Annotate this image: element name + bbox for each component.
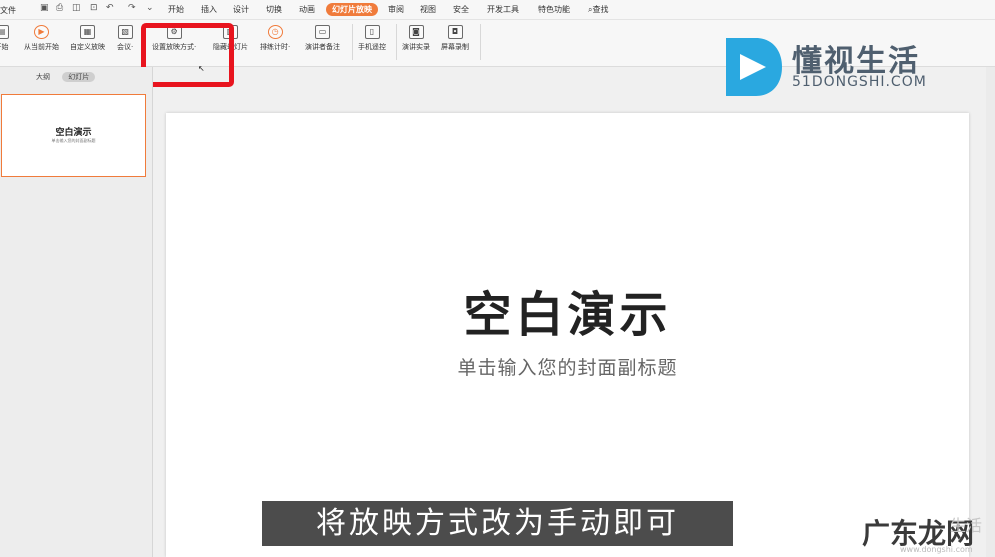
tab-developer[interactable]: 开发工具 (487, 4, 519, 15)
tab-animation[interactable]: 动画 (299, 4, 315, 15)
mouse-cursor-icon: ↖ (198, 64, 205, 73)
tab-design[interactable]: 设计 (233, 4, 249, 15)
tab-view[interactable]: 视图 (420, 4, 436, 15)
undo-icon[interactable]: ↶ (106, 3, 114, 13)
tab-insert[interactable]: 插入 (201, 4, 217, 15)
screen-record-label: 屏幕录制 (441, 43, 469, 51)
meeting-label: 会议· (117, 43, 134, 51)
more-icon[interactable]: ⌄ (146, 3, 154, 13)
phone-remote-button[interactable]: ▯ 手机遥控 (358, 25, 386, 52)
tab-features[interactable]: 特色功能 (538, 4, 570, 15)
preview-icon[interactable]: ◫ (72, 3, 81, 13)
slide-thumbnail[interactable]: 空白演示 单击输入您的封面副标题 (1, 94, 146, 177)
export-icon[interactable]: ⊡ (90, 3, 98, 13)
highlight-box (141, 23, 234, 87)
ribbon-separator (480, 24, 481, 60)
custom-show-button[interactable]: ▦ 自定义放映 (70, 25, 105, 52)
tab-home[interactable]: 开始 (168, 4, 184, 15)
vertical-scrollbar[interactable] (986, 67, 995, 557)
slide-title[interactable]: 空白演示 (166, 275, 969, 345)
watermark-logo: 懂视生活 51DONGSHI.COM (722, 36, 952, 98)
tab-review[interactable]: 审阅 (388, 4, 404, 15)
slide-canvas[interactable]: 空白演示 单击输入您的封面副标题 (166, 113, 969, 557)
tab-slides[interactable]: 幻灯片 (62, 72, 96, 82)
record-presentation-label: 演讲实录 (402, 43, 430, 51)
tab-slideshow[interactable]: 幻灯片放映 (326, 3, 378, 16)
speaker-notes-button[interactable]: ▭ 演讲者备注 (305, 25, 340, 52)
custom-show-label: 自定义放映 (70, 43, 105, 51)
speaker-notes-label: 演讲者备注 (305, 43, 340, 51)
play-logo-icon (726, 38, 782, 96)
phone-remote-icon: ▯ (364, 25, 380, 39)
play-from-start-label: 开始 (0, 43, 9, 51)
panel-tabs: 大纲 幻灯片 (36, 72, 96, 82)
thumbnail-title: 空白演示 (55, 128, 92, 138)
record-presentation-icon: ◙ (408, 25, 424, 39)
play-from-start-button[interactable]: ▤ 开始 (0, 25, 9, 52)
slide-subtitle[interactable]: 单击输入您的封面副标题 (166, 353, 969, 380)
ribbon-separator (396, 24, 397, 60)
watermark-url: www.dongshi.com (900, 545, 973, 554)
ribbon-separator (352, 24, 353, 60)
search-label: 查找 (592, 5, 609, 14)
phone-remote-label: 手机遥控 (358, 43, 386, 51)
play-from-start-icon: ▤ (0, 25, 9, 39)
slide-panel: 大纲 幻灯片 空白演示 单击输入您的封面副标题 (0, 67, 153, 557)
print-icon[interactable]: ⎙ (56, 3, 63, 13)
screen-record-button[interactable]: ◘ 屏幕录制 (441, 25, 469, 52)
logo-url: 51DONGSHI.COM (792, 74, 927, 90)
tab-transition[interactable]: 切换 (266, 4, 282, 15)
menu-bar: 文件 ▣ ⎙ ◫ ⊡ ↶ ↷ ⌄ 开始 插入 设计 切换 动画 幻灯片放映 审阅… (0, 0, 995, 20)
watermark-faint-text: 生活 (950, 516, 983, 535)
rehearse-timing-label: 排练计时· (260, 43, 291, 51)
play-current-button[interactable]: ▶ 从当前开始 (24, 25, 59, 52)
speaker-notes-icon: ▭ (315, 25, 330, 39)
tab-outline[interactable]: 大纲 (36, 73, 50, 81)
save-icon[interactable]: ▣ (40, 3, 49, 13)
redo-icon[interactable]: ↷ (128, 3, 136, 13)
thumbnail-subtitle: 单击输入您的封面副标题 (51, 138, 96, 143)
meeting-button[interactable]: ▧ 会议· (117, 25, 133, 52)
file-menu[interactable]: 文件 (0, 5, 16, 16)
video-caption: 将放映方式改为手动即可 (262, 501, 733, 546)
meeting-icon: ▧ (117, 25, 133, 39)
play-current-icon: ▶ (34, 25, 49, 39)
rehearse-timing-icon: ◷ (267, 25, 283, 39)
play-current-label: 从当前开始 (24, 43, 59, 51)
screen-record-icon: ◘ (447, 25, 463, 39)
search-button[interactable]: ⌕查找 (588, 4, 608, 15)
record-presentation-button[interactable]: ◙ 演讲实录 (402, 25, 430, 52)
custom-show-icon: ▦ (80, 25, 95, 39)
tab-security[interactable]: 安全 (453, 4, 469, 15)
rehearse-timing-button[interactable]: ◷ 排练计时· (260, 25, 290, 52)
